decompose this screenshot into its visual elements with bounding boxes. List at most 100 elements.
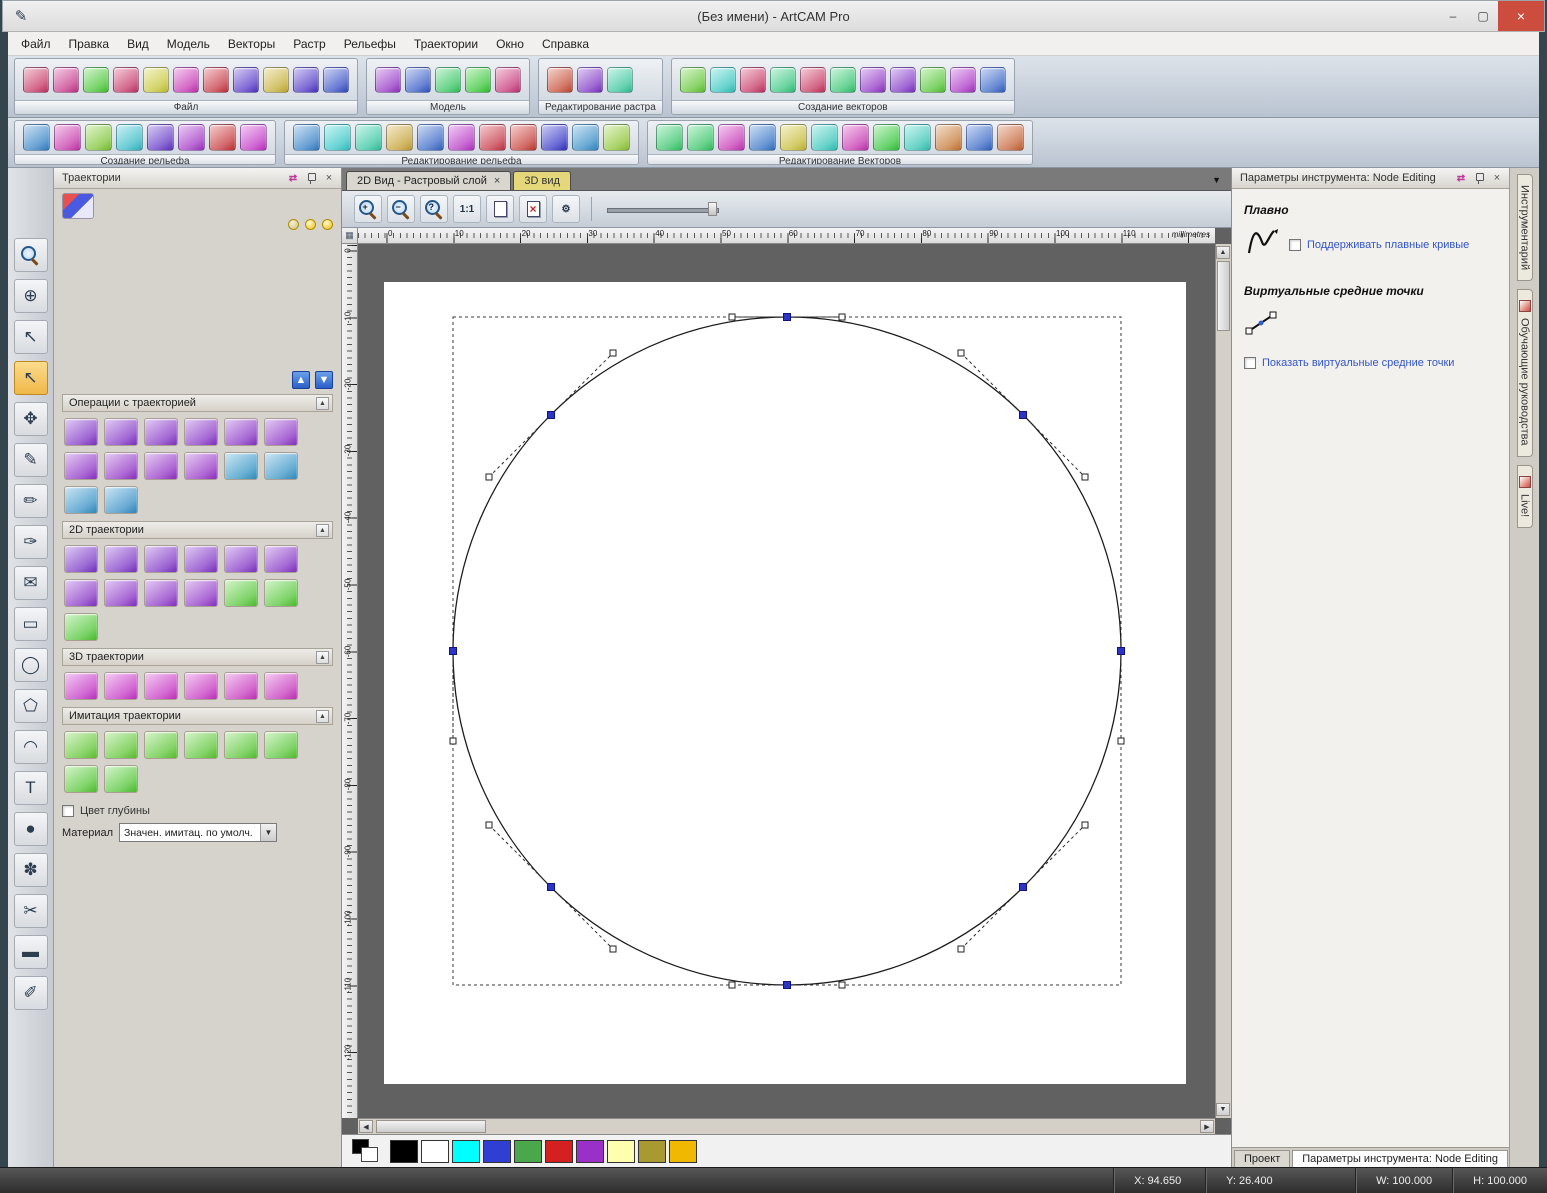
ring-text-icon[interactable] [718,124,745,151]
color-swatch[interactable] [514,1139,542,1163]
flower-sculpt-tool[interactable]: ✽ [13,853,48,887]
undo-icon[interactable] [203,66,229,93]
toolpath-icon[interactable] [104,765,138,793]
maximize-button[interactable]: ▢ [1468,1,1498,31]
weave-wizard-icon[interactable] [178,124,205,151]
tab-3d-view[interactable]: 3D вид [513,171,571,190]
paste-relief-icon[interactable] [479,124,506,151]
menu-window[interactable]: Окно [487,34,533,54]
toolpath-icon[interactable] [144,672,178,700]
draw-vector-tool[interactable]: ✏ [13,484,48,518]
node-editing-tool[interactable]: ↖ [13,361,48,395]
rectangle-create-tool[interactable]: ▭ [13,607,48,641]
color-swatch[interactable] [607,1139,635,1163]
move-down-button[interactable]: ▼ [315,371,333,389]
droplet-tool[interactable]: ● [13,812,48,846]
wave-distort-icon[interactable] [749,124,776,151]
spin-relief-icon[interactable] [386,124,413,151]
draw-bitmap-icon[interactable] [547,66,573,93]
toolpath-icon[interactable] [264,672,298,700]
menu-model[interactable]: Модель [158,34,219,54]
toolpath-icon[interactable] [64,765,98,793]
nesting-icon[interactable] [919,66,946,93]
context-help-icon[interactable] [323,66,349,93]
invert-model-icon[interactable] [405,66,431,93]
mirror-relief-icon[interactable] [541,124,568,151]
relief-layer-icon[interactable] [572,124,599,151]
trim-vectors-icon[interactable] [966,124,993,151]
join-vectors-icon[interactable] [935,124,962,151]
vertical-scrollbar[interactable]: ▲ ▼ [1215,244,1231,1118]
scale-relief-icon[interactable] [510,124,537,151]
envelope-distort-icon[interactable] [979,66,1006,93]
bit-pattern-icon[interactable] [709,66,736,93]
text-create-tool[interactable]: T [13,771,48,805]
menu-reliefs[interactable]: Рельефы [335,34,405,54]
smooth-curves-checkbox[interactable] [1289,238,1301,251]
section-header[interactable]: Операции с траекторией ▲ [62,394,333,412]
greyscale-model-icon[interactable] [375,66,401,93]
minimize-button[interactable]: – [1438,1,1468,31]
toolpath-icon[interactable] [144,731,178,759]
menu-help[interactable]: Справка [533,34,598,54]
cut-icon[interactable] [113,66,139,93]
color-swatch[interactable] [669,1139,697,1163]
toolpath-icon[interactable] [144,545,178,573]
swept-profile-icon[interactable] [147,124,174,151]
dropdown-arrow-icon[interactable]: ▼ [260,824,276,841]
toolpath-icon[interactable] [264,545,298,573]
blend-vectors-icon[interactable] [904,124,931,151]
turn-relief-icon[interactable] [85,124,112,151]
vector-texture-icon[interactable] [780,124,807,151]
relief-envelope-icon[interactable] [355,124,382,151]
tab-list-icon[interactable]: ▼ [1212,175,1221,185]
wizard-star-icon[interactable] [679,66,706,93]
zoom-help-icon[interactable]: ? [420,195,448,223]
reference-help-icon[interactable] [293,66,319,93]
toolpath-icon[interactable] [104,731,138,759]
scroll-down-icon[interactable]: ▼ [1216,1103,1230,1116]
zoom-1to1-icon[interactable]: 1:1 [453,195,481,223]
arc-create-tool[interactable]: ◠ [13,730,48,764]
zoom-out-icon[interactable]: − [387,195,415,223]
close-panel-icon[interactable]: × [322,171,336,185]
toolpath-icon[interactable] [264,418,298,446]
zoom-page-icon[interactable] [486,195,514,223]
smooth-relief-icon[interactable] [293,124,320,151]
texture-relief-icon[interactable] [240,124,267,151]
close-tab-icon[interactable]: × [494,175,500,187]
material-select[interactable]: Значен. имитац. по умолч. ▼ [119,823,277,842]
toolpath-icon[interactable] [224,452,258,480]
scroll-left-icon[interactable]: ◀ [359,1120,373,1133]
toolpath-icon[interactable] [264,452,298,480]
copy-icon[interactable] [143,66,169,93]
pin-icon[interactable] [304,171,318,185]
toolpath-icon[interactable] [224,579,258,607]
light-off-icon[interactable] [288,219,299,230]
section-header[interactable]: 3D траектории ▲ [62,648,333,666]
toolpath-icon[interactable] [104,545,138,573]
snip-vector-icon[interactable] [799,66,826,93]
wrap-model-icon[interactable] [495,66,521,93]
sculpt-relief-icon[interactable] [324,124,351,151]
close-button[interactable]: × [1498,1,1544,31]
knife-tool[interactable]: ✂ [13,894,48,928]
primary-secondary-color-icon[interactable] [352,1139,380,1163]
pin-icon[interactable] [1472,171,1486,185]
emboss-model-icon[interactable] [465,66,491,93]
show-midpoints-checkbox[interactable] [1244,357,1256,369]
transform-box-icon[interactable] [997,124,1024,151]
vector-canvas[interactable] [358,244,1215,1111]
measure-tool[interactable]: ✎ [13,443,48,477]
zoom-tool[interactable] [13,238,48,272]
move-up-button[interactable]: ▲ [292,371,310,389]
detach-panel-icon[interactable]: ⇄ [1454,171,1468,185]
toolpath-icon[interactable] [144,579,178,607]
smudge-tool[interactable]: ✑ [13,525,48,559]
polygon-create-tool[interactable]: ⬠ [13,689,48,723]
collapse-icon[interactable]: ▲ [316,650,329,664]
toolpath-icon[interactable] [64,486,98,514]
ruler-corner[interactable]: ▦ [342,228,358,244]
toolpath-icon[interactable] [224,418,258,446]
toolpath-icon[interactable] [64,545,98,573]
